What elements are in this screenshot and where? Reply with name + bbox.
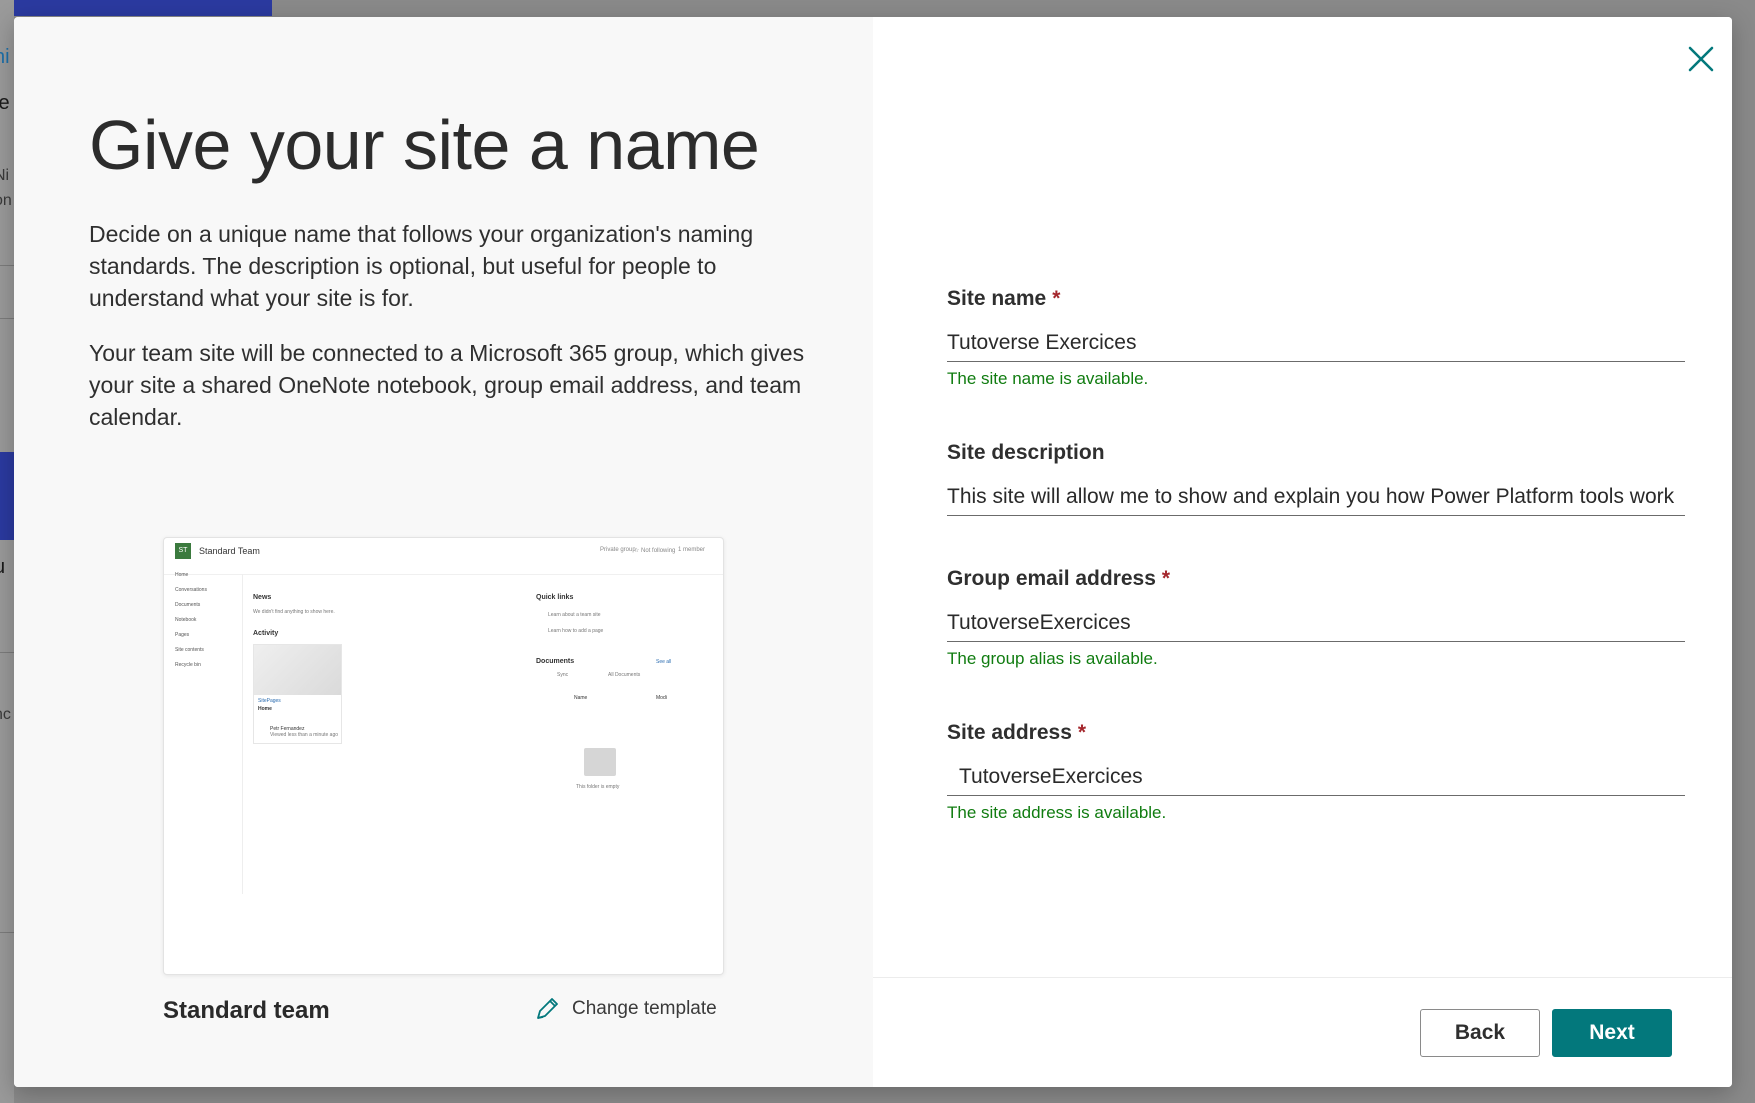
preview-header: ST Standard Team Private group ☆ Not fol… bbox=[164, 538, 723, 575]
group-email-status: The group alias is available. bbox=[947, 649, 1158, 668]
site-address-status: The site address is available. bbox=[947, 803, 1167, 822]
preview-quicklinks-heading: Quick links bbox=[536, 594, 574, 601]
background-text: u bbox=[0, 556, 5, 579]
page-title: Give your site a name bbox=[89, 106, 760, 184]
change-template-link[interactable]: Change template bbox=[534, 989, 717, 1029]
preview-site-title: Standard Team bbox=[199, 546, 260, 556]
preview-quicklink: Learn how to add a page bbox=[548, 628, 604, 634]
site-address-field: Site address* The site address is availa… bbox=[947, 721, 1687, 841]
group-email-label: Group email address * bbox=[947, 567, 1170, 591]
preview-members: 1 member bbox=[678, 547, 706, 553]
back-button[interactable]: Back bbox=[1420, 1009, 1540, 1057]
site-name-status: The site name is available. bbox=[947, 369, 1149, 388]
preview-see-all: See all bbox=[656, 659, 672, 665]
group-email-field: Group email address* The group alias is … bbox=[947, 567, 1687, 687]
site-description-label: Site description bbox=[947, 441, 1105, 464]
background-app: ni ie Ni on u nc bbox=[0, 0, 14, 1103]
site-name-field: Site name* The site name is available. bbox=[947, 287, 1687, 388]
preview-news-text: We didn't find anything to show here. bbox=[253, 609, 335, 615]
next-button[interactable]: Next bbox=[1552, 1009, 1672, 1057]
change-template-label: Change template bbox=[572, 998, 717, 1019]
preview-sync: Sync bbox=[557, 672, 569, 678]
group-info-paragraph: Your team site will be connected to a Mi… bbox=[89, 340, 805, 430]
preview-card-time: Viewed less than a minute ago bbox=[270, 732, 339, 738]
preview-nav-item: Pages bbox=[175, 632, 190, 638]
preview-following: ☆ Not following bbox=[634, 548, 676, 554]
dialog-form-panel: Site name* The site name is available. S… bbox=[873, 17, 1732, 1087]
site-name-label: Site name * bbox=[947, 287, 1060, 311]
site-name-label-text: Site name bbox=[947, 287, 1047, 310]
preview-all-documents: All Documents bbox=[608, 672, 641, 678]
footer-divider bbox=[873, 977, 1732, 978]
site-name-input[interactable] bbox=[947, 325, 1685, 362]
background-divider bbox=[0, 652, 14, 653]
preview-card-title: Home bbox=[258, 706, 272, 712]
site-description-field: Site description bbox=[947, 441, 1687, 531]
required-indicator: * bbox=[1077, 721, 1087, 744]
dialog-info-panel: Give your site a name Decide on a unique… bbox=[14, 17, 873, 1087]
template-preview: ST Standard Team Private group ☆ Not fol… bbox=[163, 537, 724, 975]
site-description-input[interactable] bbox=[947, 479, 1685, 516]
background-text: on bbox=[0, 192, 12, 209]
required-indicator: * bbox=[1161, 567, 1171, 590]
group-email-input[interactable] bbox=[947, 605, 1685, 642]
folder-icon bbox=[584, 748, 616, 776]
preview-activity-heading: Activity bbox=[253, 630, 279, 637]
preview-nav-item: Notebook bbox=[175, 617, 197, 623]
create-site-dialog: Give your site a name Decide on a unique… bbox=[14, 17, 1732, 1087]
background-text: ie bbox=[0, 92, 10, 114]
close-icon bbox=[1688, 46, 1714, 72]
preview-col-name: Name bbox=[574, 695, 588, 701]
preview-nav-item: Home bbox=[175, 572, 189, 578]
site-address-label: Site address * bbox=[947, 721, 1086, 745]
close-button[interactable] bbox=[1681, 39, 1721, 79]
template-name: Standard team bbox=[163, 997, 330, 1024]
background-divider bbox=[0, 265, 14, 266]
background-accent bbox=[0, 452, 14, 540]
background-text: Ni bbox=[0, 167, 10, 184]
preview-nav-item: Recycle bin bbox=[175, 662, 201, 668]
preview-news-heading: News bbox=[253, 594, 272, 601]
preview-site-logo: ST bbox=[175, 543, 191, 559]
required-indicator: * bbox=[1052, 287, 1061, 310]
site-address-label-text: Site address bbox=[947, 721, 1072, 744]
preview-col-modified: Modi bbox=[656, 695, 667, 701]
preview-privacy: Private group bbox=[600, 547, 636, 553]
preview-card-image bbox=[254, 645, 341, 695]
background-app-header bbox=[0, 0, 272, 16]
background-divider bbox=[0, 932, 14, 933]
preview-nav-item: Conversations bbox=[175, 587, 207, 593]
preview-card-link: SitePages bbox=[258, 698, 281, 704]
preview-activity-card: SitePages Home Petr Fernandez Viewed les… bbox=[253, 644, 342, 744]
pencil-icon bbox=[537, 998, 558, 1019]
preview-documents-heading: Documents bbox=[536, 658, 575, 665]
preview-nav-item: Site contents bbox=[175, 647, 204, 653]
description-paragraph: Decide on a unique name that follows you… bbox=[89, 221, 754, 311]
preview-quicklink: Learn about a team site bbox=[548, 612, 601, 618]
background-text: nc bbox=[0, 706, 11, 723]
preview-divider bbox=[242, 574, 243, 894]
group-email-label-text: Group email address bbox=[947, 567, 1156, 590]
preview-nav-item: Documents bbox=[175, 602, 201, 608]
preview-empty-folder: This folder is empty bbox=[576, 784, 620, 790]
background-text: ni bbox=[0, 46, 10, 68]
site-address-input[interactable] bbox=[947, 759, 1685, 796]
background-divider bbox=[0, 318, 14, 319]
